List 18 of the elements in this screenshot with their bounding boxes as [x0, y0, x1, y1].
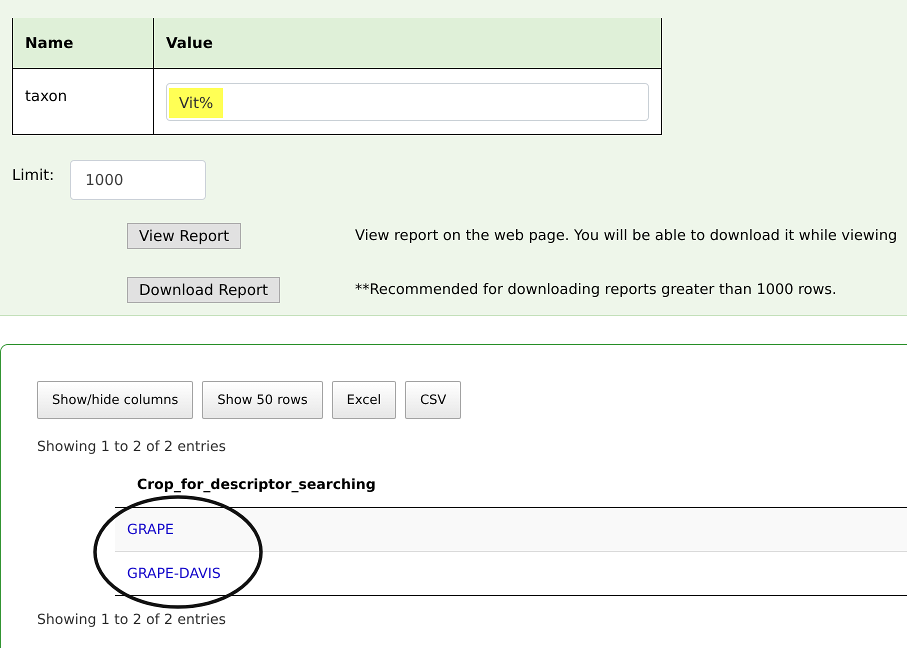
crop-link[interactable]: GRAPE: [127, 522, 174, 538]
table-button[interactable]: Show 50 rows: [202, 381, 323, 419]
table-button[interactable]: Excel: [332, 381, 396, 419]
field-label: Limit:: [12, 166, 54, 184]
table-button[interactable]: Show/hide columns: [37, 381, 194, 419]
table-cell: taxon: [12, 68, 154, 134]
input-field[interactable]: 1000: [70, 160, 206, 200]
description-text: View report on the web page. You will be able to download it while viewing: [355, 228, 898, 244]
input-field[interactable]: Vit%: [166, 83, 649, 121]
entries-info: Showing 1 to 2 of 2 entries: [37, 612, 227, 628]
column-header: Value: [154, 18, 662, 68]
report-button[interactable]: Download Report: [127, 277, 280, 303]
report-button[interactable]: View Report: [127, 223, 242, 249]
entries-info: Showing 1 to 2 of 2 entries: [37, 439, 227, 455]
description-text: **Recommended for downloading reports greater than 1000 rows.: [355, 282, 837, 298]
column-header: Name: [12, 18, 154, 68]
table-button[interactable]: CSV: [405, 381, 462, 419]
crop-link[interactable]: GRAPE-DAVIS: [127, 566, 221, 582]
